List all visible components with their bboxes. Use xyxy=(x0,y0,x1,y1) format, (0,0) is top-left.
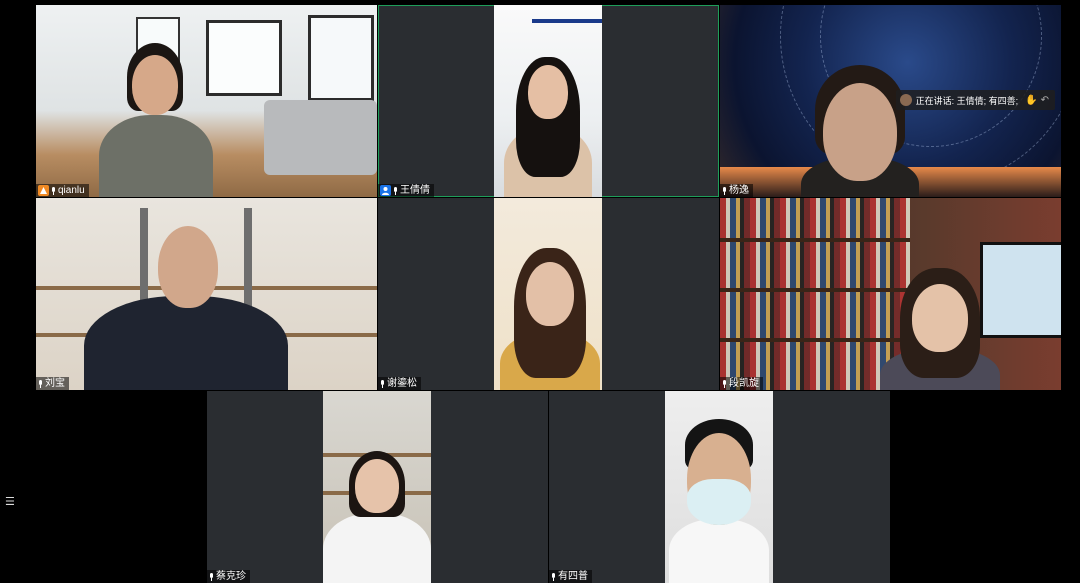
participant-name-tag: 刘宝 xyxy=(36,377,69,390)
participant-name: qianlu xyxy=(58,185,85,196)
cohost-badge-icon xyxy=(380,185,391,196)
video-tile-yangyi[interactable]: 正在讲话: 王倩倩; 有四善; ✋ ↶ 杨逸 xyxy=(720,5,1061,197)
microphone-icon xyxy=(551,572,556,581)
face-mask-decor xyxy=(687,479,751,525)
video-feed xyxy=(494,5,602,197)
participant-figure xyxy=(669,419,769,583)
participant-name-tag: qianlu xyxy=(36,184,89,197)
participant-name: 段凯旋 xyxy=(729,378,759,389)
shelf-decor xyxy=(720,238,910,242)
participant-name: 刘宝 xyxy=(45,378,65,389)
video-tile-liubao[interactable]: 刘宝 xyxy=(36,198,377,390)
video-tile-xieliusong[interactable]: 谢鎏松 xyxy=(378,198,719,390)
participant-name-tag: 有四普 xyxy=(549,570,592,583)
speaker-bar-icons: ✋ ↶ xyxy=(1025,95,1049,106)
participant-name-tag: 蔡克珍 xyxy=(207,570,250,583)
participant-figure xyxy=(498,57,598,197)
active-speaker-indicator: 正在讲话: 王倩倩; 有四善; ✋ ↶ xyxy=(895,90,1055,110)
hand-icon: ✋ xyxy=(1025,94,1038,106)
microphone-icon xyxy=(380,379,385,388)
microphone-icon xyxy=(38,379,43,388)
video-feed xyxy=(323,391,431,583)
microphone-icon xyxy=(722,186,727,195)
participant-figure xyxy=(880,268,1000,390)
participant-name: 杨逸 xyxy=(729,185,749,196)
participant-list-icon[interactable]: ☰ xyxy=(5,496,17,508)
participant-name: 谢鎏松 xyxy=(387,378,417,389)
undo-icon: ↶ xyxy=(1040,94,1049,106)
video-feed xyxy=(494,198,602,390)
video-feed xyxy=(720,198,1061,390)
window-decor xyxy=(308,15,374,101)
speaker-avatar xyxy=(899,94,912,106)
participant-name-tag: 谢鎏松 xyxy=(378,377,421,390)
participant-figure xyxy=(496,248,602,390)
participant-name: 蔡克珍 xyxy=(216,571,246,582)
participant-name-tag: 段凯旋 xyxy=(720,377,763,390)
video-tile-wangqianqian[interactable]: 王倩倩 xyxy=(378,5,719,197)
microphone-icon xyxy=(393,186,398,195)
speaking-label: 正在讲话: 王倩倩; 有四善; xyxy=(915,95,1019,106)
microphone-icon xyxy=(209,572,214,581)
video-tile-caikezhen[interactable]: 蔡克珍 xyxy=(207,391,548,583)
video-tile-qianlu[interactable]: qianlu xyxy=(36,5,377,197)
participant-figure xyxy=(91,43,221,197)
video-feed xyxy=(36,198,377,390)
participant-figure xyxy=(795,65,925,197)
participant-name-tag: 杨逸 xyxy=(720,184,753,197)
shelf-decor xyxy=(532,19,602,23)
participant-figure xyxy=(76,226,296,390)
participant-name-tag: 王倩倩 xyxy=(378,184,434,197)
microphone-icon xyxy=(722,379,727,388)
video-tile-duankaixuan[interactable]: 段凯旋 xyxy=(720,198,1061,390)
participant-name: 王倩倩 xyxy=(400,185,430,196)
video-feed xyxy=(665,391,773,583)
microphone-icon xyxy=(51,186,56,195)
host-badge-icon xyxy=(38,185,49,196)
participant-figure xyxy=(323,451,431,583)
sofa-decor xyxy=(264,100,377,175)
video-feed xyxy=(36,5,377,197)
participant-name: 有四普 xyxy=(558,571,588,582)
video-tile-yousipu[interactable]: 有四普 xyxy=(549,391,890,583)
